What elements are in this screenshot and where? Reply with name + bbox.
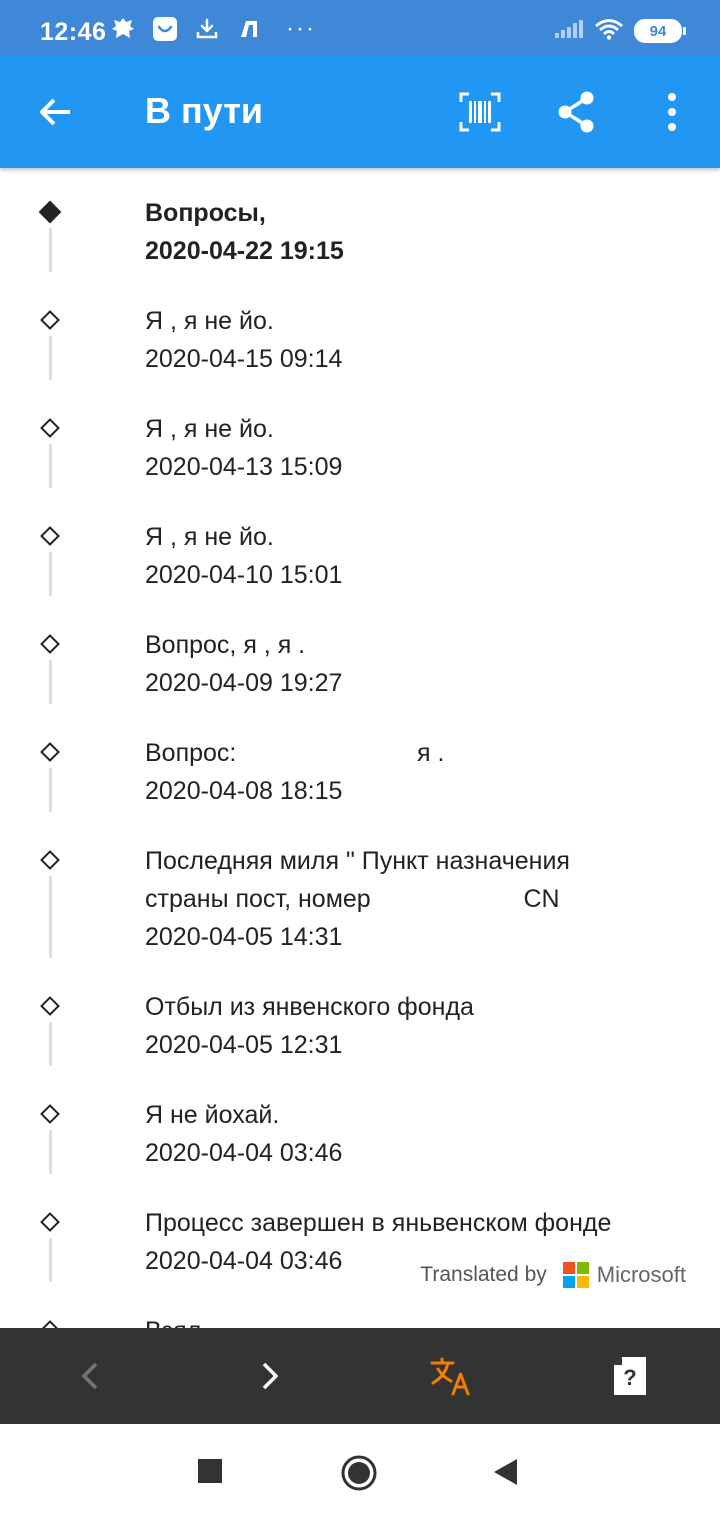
event-description: Вопросы, bbox=[145, 199, 266, 227]
event-description: Последняя миля " Пункт назначения bbox=[145, 847, 570, 875]
microsoft-logo-square bbox=[576, 1262, 589, 1274]
event-description: Отбыл из янвенского фонда bbox=[145, 993, 474, 1021]
timeline-event: Я не йохай. 2020-04-04 03:46 bbox=[0, 1088, 720, 1180]
chevron-right-icon[interactable] bbox=[250, 1356, 290, 1396]
translate-icon[interactable] bbox=[428, 1356, 474, 1396]
event-description: страны пост, номер CN bbox=[145, 885, 560, 913]
event-date: 2020-04-04 03:46 bbox=[145, 1139, 343, 1167]
arrow-left-icon[interactable] bbox=[36, 92, 76, 132]
barcode-icon[interactable] bbox=[459, 92, 501, 132]
event-text: Я не йохай. 2020-04-04 03:46 bbox=[145, 1096, 705, 1172]
event-description: Вопрос, я , я . bbox=[145, 631, 306, 659]
share-icon[interactable] bbox=[556, 90, 596, 134]
smile-app-icon bbox=[150, 14, 180, 44]
event-text: Я , я не йо. 2020-04-15 09:14 bbox=[145, 302, 705, 378]
event-text: Вопросы, 2020-04-22 19:15 bbox=[145, 194, 705, 270]
event-date: 2020-04-15 09:14 bbox=[145, 345, 343, 373]
timeline-connector bbox=[49, 660, 52, 704]
microsoft-logo-square bbox=[562, 1262, 575, 1274]
event-date: 2020-04-13 15:09 bbox=[145, 453, 343, 481]
timeline-event: Я , я не йо. 2020-04-13 15:09 bbox=[0, 402, 720, 494]
timeline-connector bbox=[49, 1130, 52, 1174]
back-triangle-icon[interactable] bbox=[493, 1458, 523, 1488]
status-diamond-icon bbox=[40, 310, 60, 330]
battery-indicator: 94 bbox=[634, 19, 686, 43]
status-diamond-icon bbox=[40, 1104, 60, 1124]
event-text: Вопрос, я , я . 2020-04-09 19:27 bbox=[145, 626, 705, 702]
system-nav-bar bbox=[0, 1424, 720, 1520]
event-description: Я , я не йо. bbox=[145, 523, 274, 551]
download-icon bbox=[192, 14, 222, 44]
timeline-event: Вопрос, я , я . 2020-04-09 19:27 bbox=[0, 618, 720, 710]
status-diamond-icon bbox=[40, 634, 60, 654]
event-description: Вопрос: я . bbox=[145, 739, 445, 767]
wifi-icon bbox=[594, 18, 624, 45]
status-time: 12:46 bbox=[40, 18, 107, 46]
timeline-connector bbox=[49, 552, 52, 596]
status-notification-icons: ··· bbox=[108, 14, 316, 44]
app-l-icon bbox=[234, 14, 264, 44]
timeline-event: Я , я не йо. 2020-04-15 09:14 bbox=[0, 294, 720, 386]
event-date: 2020-04-05 14:31 bbox=[145, 923, 343, 951]
timeline-event: Вопросы, 2020-04-22 19:15 bbox=[0, 186, 720, 278]
event-date: 2020-04-10 15:01 bbox=[145, 561, 343, 589]
help-label: ? bbox=[623, 1365, 637, 1390]
bottom-toolbar: ? bbox=[0, 1328, 720, 1424]
status-diamond-icon bbox=[40, 526, 60, 546]
event-text: Я , я не йо. 2020-04-10 15:01 bbox=[145, 518, 705, 594]
status-overflow: ··· bbox=[286, 15, 316, 42]
event-description: Я не йохай. bbox=[145, 1101, 280, 1129]
timeline-event: Я , я не йо. 2020-04-10 15:01 bbox=[0, 510, 720, 602]
recents-square-icon[interactable] bbox=[197, 1458, 227, 1488]
timeline-event: Последняя миля " Пункт назначения страны … bbox=[0, 834, 720, 964]
status-bar: 12:46 ··· 94 bbox=[0, 0, 720, 56]
app-bar: В пути bbox=[0, 56, 720, 168]
microsoft-brand: Microsoft bbox=[596, 1262, 686, 1287]
event-description: Я , я не йо. bbox=[145, 307, 274, 335]
current-status-diamond-icon bbox=[38, 200, 62, 224]
status-diamond-icon bbox=[40, 418, 60, 438]
microsoft-logo-square bbox=[562, 1276, 575, 1288]
microsoft-logo-icon bbox=[562, 1262, 589, 1288]
event-text: Отбыл из янвенского фонда 2020-04-05 12:3… bbox=[145, 988, 705, 1064]
event-description: Я , я не йо. bbox=[145, 415, 274, 443]
status-diamond-icon bbox=[40, 1212, 60, 1232]
timeline-connector bbox=[49, 1022, 52, 1066]
timeline-connector bbox=[49, 1238, 52, 1282]
timeline-connector bbox=[49, 876, 52, 958]
event-text: Вопрос: я . 2020-04-08 18:15 bbox=[145, 734, 705, 810]
event-text: Я , я не йо. 2020-04-13 15:09 bbox=[145, 410, 705, 486]
status-system-icons: 94 bbox=[554, 18, 686, 45]
status-diamond-icon bbox=[40, 996, 60, 1016]
event-date: 2020-04-08 18:15 bbox=[145, 777, 343, 805]
event-date: 2020-04-09 19:27 bbox=[145, 669, 343, 697]
home-circle-icon[interactable] bbox=[340, 1454, 378, 1492]
more-vert-icon[interactable] bbox=[660, 92, 684, 132]
microsoft-logo-square bbox=[576, 1276, 589, 1288]
timeline-event: Отбыл из янвенского фонда 2020-04-05 12:3… bbox=[0, 980, 720, 1072]
timeline-event: Вопрос: я . 2020-04-08 18:15 bbox=[0, 726, 720, 818]
timeline-connector bbox=[49, 336, 52, 380]
status-diamond-icon bbox=[40, 850, 60, 870]
event-description: Процесс завершен в яньвенском фонде bbox=[145, 1209, 612, 1237]
coat-of-arms-icon bbox=[108, 14, 138, 44]
status-diamond-icon bbox=[40, 742, 60, 762]
timeline-connector bbox=[49, 768, 52, 812]
help-card-icon[interactable]: ? bbox=[610, 1356, 650, 1396]
page-title: В пути bbox=[145, 90, 263, 131]
event-text: Последняя миля " Пункт назначения страны … bbox=[145, 842, 705, 956]
event-date: 2020-04-22 19:15 bbox=[145, 237, 344, 265]
signal-icon bbox=[554, 19, 584, 44]
event-date: 2020-04-05 12:31 bbox=[145, 1031, 343, 1059]
timeline-connector bbox=[49, 228, 52, 272]
timeline-connector bbox=[49, 444, 52, 488]
translation-credit: Translated by Microsoft bbox=[420, 1258, 686, 1292]
translated-by-label: Translated by bbox=[420, 1263, 547, 1286]
chevron-left-icon[interactable] bbox=[70, 1356, 110, 1396]
